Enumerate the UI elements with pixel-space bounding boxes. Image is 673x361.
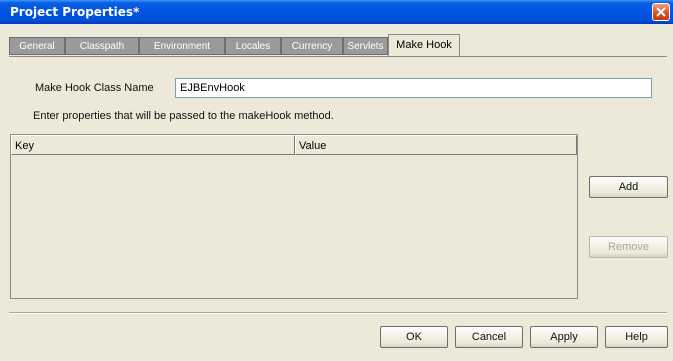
instructions-text: Enter properties that will be passed to … <box>33 110 334 122</box>
add-button[interactable]: Add <box>589 176 668 198</box>
properties-table[interactable]: Key Value <box>10 134 578 299</box>
tab-general[interactable]: General <box>9 37 65 55</box>
make-hook-class-name-label: Make Hook Class Name <box>35 82 154 94</box>
tab-servlets[interactable]: Servlets <box>343 37 388 55</box>
tab-currency[interactable]: Currency <box>281 37 343 55</box>
make-hook-class-name-field[interactable] <box>175 78 652 98</box>
close-icon <box>656 7 666 17</box>
table-header: Key Value <box>11 135 577 155</box>
remove-button[interactable]: Remove <box>589 236 668 258</box>
project-properties-dialog: Project Properties* General Classpath En… <box>0 0 673 361</box>
tab-panel-border <box>9 56 667 57</box>
footer-separator <box>9 312 667 314</box>
tab-make-hook[interactable]: Make Hook <box>388 34 460 56</box>
tab-classpath[interactable]: Classpath <box>65 37 139 55</box>
close-button[interactable] <box>652 3 670 21</box>
ok-button[interactable]: OK <box>380 326 448 348</box>
apply-button[interactable]: Apply <box>530 326 598 348</box>
cancel-button[interactable]: Cancel <box>455 326 523 348</box>
tab-locales[interactable]: Locales <box>225 37 281 55</box>
column-header-value[interactable]: Value <box>295 135 577 155</box>
title-bar[interactable]: Project Properties* <box>0 0 673 24</box>
make-hook-class-name-input[interactable] <box>176 79 651 97</box>
tab-environment[interactable]: Environment <box>139 37 225 55</box>
window-title: Project Properties* <box>10 5 140 19</box>
help-button[interactable]: Help <box>605 326 668 348</box>
column-header-key[interactable]: Key <box>11 135 295 155</box>
